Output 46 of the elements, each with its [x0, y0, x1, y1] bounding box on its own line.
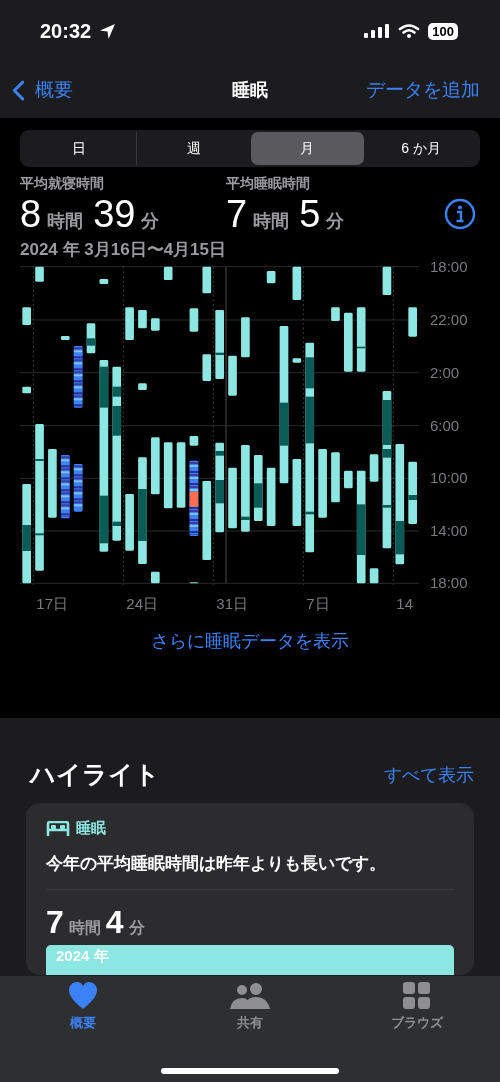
heart-icon [68, 982, 99, 1010]
signal-icon [364, 23, 391, 39]
status-time: 20:32 [40, 19, 92, 43]
back-button[interactable]: 概要 [12, 77, 73, 103]
axis-label: 2:00 [430, 363, 460, 381]
location-arrow-icon [99, 22, 117, 40]
axis-label: 6:00 [430, 416, 460, 434]
highlight-value: 7 時間 4 分 [46, 904, 146, 941]
period-tab[interactable]: 日 [22, 132, 136, 165]
highlight-message: 今年の平均睡眠時間は昨年よりも長いです。 [46, 852, 454, 890]
show-more-link[interactable]: さらに睡眠データを表示 [20, 629, 480, 653]
axis-label: 24日 [126, 595, 158, 614]
bed-icon [46, 820, 70, 837]
highlight-card[interactable]: 睡眠 今年の平均睡眠時間は昨年よりも長いです。 7 時間 4 分 2024 年 [26, 803, 474, 975]
axis-label: 10:00 [430, 469, 468, 487]
period-tab[interactable]: 週 [135, 132, 251, 165]
page-title: 睡眠 [232, 79, 268, 102]
axis-label: 18:00 [430, 574, 468, 592]
add-data-button[interactable]: データを追加 [366, 77, 480, 103]
wifi-icon [398, 23, 421, 39]
stat-label: 平均睡眠時間 [226, 175, 311, 193]
stat-label: 平均就寝時間 [20, 175, 105, 193]
tab-bar-item[interactable]: 共有 [195, 982, 305, 1040]
section-title: ハイライト [30, 759, 160, 790]
battery-level: 100 [428, 22, 458, 40]
tab-bar-item[interactable]: ブラウズ [361, 982, 472, 1040]
info-icon[interactable] [444, 198, 476, 230]
axis-label: 22:00 [430, 311, 468, 328]
date-range: 2024 年 3月16日〜4月15日 [20, 239, 227, 261]
stat-value: 7 時間 5 分 [226, 193, 346, 236]
axis-label: 7日 [306, 595, 330, 614]
axis-label: 14 [396, 595, 413, 612]
axis-label: 14:00 [430, 522, 468, 539]
tab-bar-item[interactable]: 概要 [28, 982, 139, 1040]
category-label: 睡眠 [76, 819, 106, 838]
see-all-link[interactable]: すべて表示 [384, 762, 474, 787]
axis-label: 18:00 [430, 257, 468, 275]
axis-label: 31日 [216, 595, 248, 614]
chevron-left-icon [12, 79, 25, 101]
stat-value: 8 時間 39 分 [20, 193, 161, 236]
people-icon [230, 982, 270, 1010]
axis-label: 17日 [36, 595, 68, 614]
period-tab[interactable]: 6 か月 [364, 132, 478, 165]
grid-icon [402, 982, 431, 1010]
period-tab[interactable]: 月 [250, 132, 365, 165]
year-label: 2024 年 [56, 947, 109, 964]
